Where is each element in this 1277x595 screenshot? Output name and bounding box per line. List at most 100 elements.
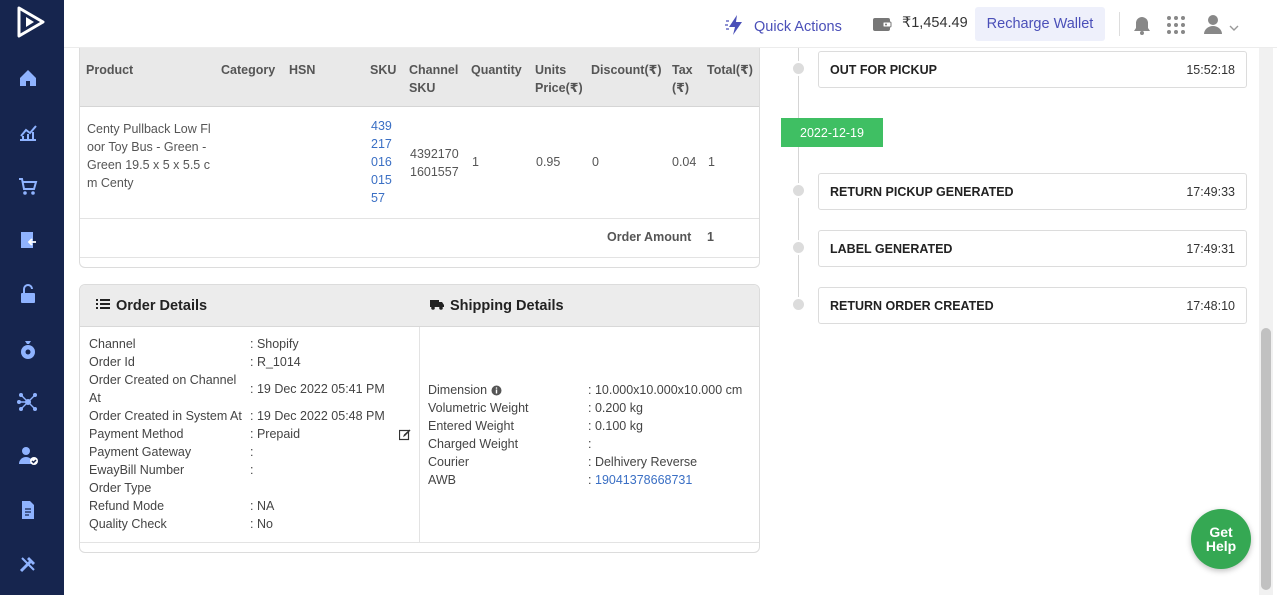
header-product: Product xyxy=(86,63,134,77)
payment-method-value: : Prepaid xyxy=(250,427,301,441)
payment-gateway-label: Payment Gateway xyxy=(89,445,192,459)
info-icon[interactable] xyxy=(491,385,502,396)
shipping-details-title-text: Shipping Details xyxy=(450,298,564,314)
order-amount-value: 1 xyxy=(707,230,714,244)
header-sku: SKU xyxy=(370,63,397,77)
channel-sku-line: 4392170 xyxy=(410,147,459,161)
courier-label: Courier xyxy=(428,455,469,469)
event-status: LABEL GENERATED xyxy=(830,242,953,256)
header-discount: Discount(₹) xyxy=(591,63,662,77)
analytics-icon[interactable] xyxy=(17,121,39,143)
tax-value: 0.04 xyxy=(672,155,697,169)
sku-line[interactable]: 217 xyxy=(371,135,392,153)
entered-weight-value: : 0.100 kg xyxy=(588,419,643,433)
timeline-event: LABEL GENERATED 17:49:31 xyxy=(818,230,1247,267)
sku-line[interactable]: 439 xyxy=(371,117,392,135)
sku-line[interactable]: 015 xyxy=(371,171,392,189)
product-table: Product Category HSN SKU Channel SKU Qua… xyxy=(79,48,760,268)
edit-icon[interactable] xyxy=(398,428,411,441)
cart-icon[interactable] xyxy=(17,175,39,197)
document-icon[interactable] xyxy=(17,499,39,521)
sku-line[interactable]: 57 xyxy=(371,189,385,207)
header-tax-line2: (₹) xyxy=(672,81,690,95)
quick-actions-label: Quick Actions xyxy=(754,19,842,35)
product-name-line: Green 19.5 x 5 x 5.5 c xyxy=(87,158,210,172)
tools-icon[interactable] xyxy=(17,553,39,575)
order-id-value: : R_1014 xyxy=(250,355,301,369)
header-units-price-line1: Units xyxy=(535,63,567,77)
event-time: 17:49:31 xyxy=(1186,242,1235,256)
header-hsn: HSN xyxy=(289,63,316,77)
ewaybill-label: EwayBill Number xyxy=(89,463,185,477)
chevron-down-icon[interactable] xyxy=(1229,19,1239,31)
get-help-line1: Get xyxy=(1209,524,1233,540)
charged-weight-value: : xyxy=(588,437,592,451)
order-id-label: Order Id xyxy=(89,355,135,369)
divider xyxy=(80,218,759,219)
wallet-balance: ₹1,454.49 xyxy=(902,15,968,31)
quality-check-label: Quality Check xyxy=(89,517,167,531)
volumetric-weight-value: : 0.200 kg xyxy=(588,401,643,415)
channel-sku-line: 1601557 xyxy=(410,165,459,179)
quick-actions-button[interactable]: Quick Actions xyxy=(724,13,842,41)
home-icon[interactable] xyxy=(17,67,39,89)
money-bag-icon[interactable] xyxy=(17,338,39,360)
refund-mode-label: Refund Mode xyxy=(89,499,165,513)
timeline-dot xyxy=(791,61,806,76)
header-tax-line1: Tax xyxy=(672,63,693,77)
lightning-icon xyxy=(724,13,754,41)
get-help-line2: Help xyxy=(1205,538,1237,554)
truck-icon xyxy=(430,298,450,314)
bell-icon[interactable] xyxy=(1132,15,1152,35)
header-channel-sku-line2: SKU xyxy=(409,81,436,95)
unlock-icon[interactable] xyxy=(17,283,39,305)
date-badge: 2022-12-19 xyxy=(781,118,883,147)
user-icon[interactable] xyxy=(1202,13,1224,35)
created-channel-value: : 19 Dec 2022 05:41 PM xyxy=(250,382,385,396)
get-help-button[interactable]: Get Help xyxy=(1191,509,1251,569)
network-icon[interactable] xyxy=(17,391,39,413)
product-name-line: Centy Pullback Low Fl xyxy=(87,122,211,136)
returns-icon[interactable] xyxy=(17,229,39,251)
event-time: 17:48:10 xyxy=(1186,299,1235,313)
recharge-wallet-button[interactable]: Recharge Wallet xyxy=(975,7,1105,41)
apps-grid-icon[interactable] xyxy=(1166,15,1186,35)
header-channel-sku-line1: Channel xyxy=(409,63,459,77)
sku-line[interactable]: 016 xyxy=(371,153,392,171)
awb-link[interactable]: 19041378668731 xyxy=(595,471,692,489)
order-details-card: Order Details Shipping Details Channel :… xyxy=(79,284,760,553)
header-quantity: Quantity xyxy=(471,63,522,77)
logo-icon[interactable] xyxy=(12,4,48,40)
volumetric-weight-label: Volumetric Weight xyxy=(428,401,529,415)
timeline-dot xyxy=(791,183,806,198)
product-name-line: oor Toy Bus - Green - xyxy=(87,140,207,154)
header-category: Category xyxy=(221,63,276,77)
awb-colon: : xyxy=(588,473,592,487)
refund-mode-value: : NA xyxy=(250,499,275,513)
details-header: Order Details Shipping Details xyxy=(80,285,759,327)
wallet-icon[interactable] xyxy=(872,15,892,33)
sidebar xyxy=(0,0,64,595)
timeline-event: RETURN PICKUP GENERATED 17:49:33 xyxy=(818,173,1247,210)
header-units-price-line2: Price(₹) xyxy=(535,81,583,95)
entered-weight-label: Entered Weight xyxy=(428,419,514,433)
product-name-line: m Centy xyxy=(87,176,134,190)
header-total: Total(₹) xyxy=(707,63,753,77)
discount-value: 0 xyxy=(592,155,599,169)
user-check-icon[interactable] xyxy=(17,445,39,467)
order-amount-label: Order Amount xyxy=(607,230,692,244)
event-status: RETURN ORDER CREATED xyxy=(830,299,994,313)
ewaybill-value: : xyxy=(250,463,254,477)
created-channel-label-line1: Order Created on Channel xyxy=(89,373,237,387)
units-price-value: 0.95 xyxy=(536,155,561,169)
shipping-details-title: Shipping Details xyxy=(430,298,564,314)
timeline-event: RETURN ORDER CREATED 17:48:10 xyxy=(818,287,1247,324)
dimension-label: Dimension xyxy=(428,381,502,399)
dimension-label-text: Dimension xyxy=(428,383,488,397)
scrollbar-thumb[interactable] xyxy=(1261,328,1271,590)
event-status: RETURN PICKUP GENERATED xyxy=(830,185,1014,199)
list-icon xyxy=(96,298,116,314)
channel-label: Channel xyxy=(89,337,136,351)
divider xyxy=(419,327,420,543)
event-time: 17:49:33 xyxy=(1186,185,1235,199)
